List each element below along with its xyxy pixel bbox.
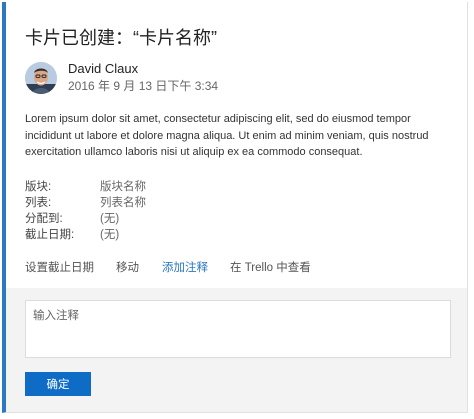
activity-card: 卡片已创建：“卡片名称” David Claux 2016 年 9 月 13 日… <box>2 2 468 413</box>
field-list: 列表: 列表名称 <box>25 194 146 210</box>
move-button[interactable]: 移动 <box>116 259 139 275</box>
avatar <box>25 62 57 94</box>
field-value: 版块名称 <box>100 181 146 193</box>
add-comment-button[interactable]: 添加注释 <box>162 259 208 275</box>
field-label: 列表: <box>25 197 52 209</box>
timestamp: 2016 年 9 月 13 日下午 3:34 <box>68 79 219 93</box>
field-value: 列表名称 <box>100 197 146 209</box>
field-label: 版块: <box>25 181 52 193</box>
comment-panel: 确定 <box>6 288 467 412</box>
field-label: 分配到: <box>25 213 63 225</box>
card-title: 卡片已创建：“卡片名称” <box>25 28 217 48</box>
field-due-date: 截止日期: (无) <box>25 226 119 242</box>
card-description: Lorem ipsum dolor sit amet, consectetur … <box>25 113 429 158</box>
user-avatar-icon <box>25 62 57 94</box>
view-in-trello-link[interactable]: 在 Trello 中查看 <box>230 259 311 275</box>
set-due-date-button[interactable]: 设置截止日期 <box>25 259 94 275</box>
field-label: 截止日期: <box>25 229 75 241</box>
comment-input[interactable] <box>25 300 451 358</box>
field-board: 版块: 版块名称 <box>25 178 146 194</box>
field-value: (无) <box>100 229 120 241</box>
submit-button[interactable]: 确定 <box>25 372 91 396</box>
field-assigned-to: 分配到: (无) <box>25 210 119 226</box>
field-value: (无) <box>100 213 120 225</box>
author-name: David Claux <box>68 61 139 76</box>
